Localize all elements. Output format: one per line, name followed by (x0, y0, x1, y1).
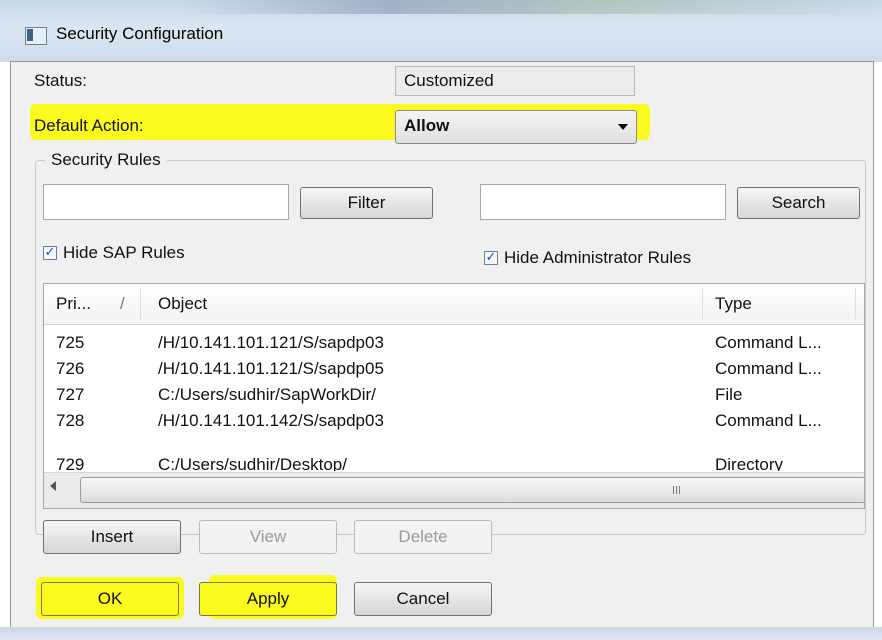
window-title: Security Configuration (56, 24, 224, 43)
cell-object: C:/Users/sudhir/SapWorkDir/ (158, 385, 376, 404)
chevron-down-icon (618, 124, 628, 130)
default-action-value: Allow (404, 116, 450, 135)
cell-priority: 725 (56, 333, 85, 352)
cell-object: C:/Users/sudhir/Desktop/ (158, 455, 347, 471)
hide-admin-rules-label: Hide Administrator Rules (504, 248, 692, 267)
security-rules-group-title: Security Rules (45, 150, 167, 170)
column-header-object[interactable]: Object (158, 284, 207, 324)
cell-priority: 727 (56, 385, 85, 404)
scroll-left-icon[interactable] (50, 481, 56, 491)
cell-priority: 729 (56, 455, 85, 471)
window-icon (25, 27, 47, 45)
cell-type: Directory (715, 455, 784, 471)
hide-sap-rules-checkbox[interactable]: ✓ Hide SAP Rules (43, 243, 185, 263)
hide-admin-rules-checkbox[interactable]: ✓ Hide Administrator Rules (484, 248, 691, 268)
cell-priority: 728 (56, 411, 85, 430)
search-input[interactable] (480, 184, 726, 220)
delete-button[interactable]: Delete (354, 520, 492, 554)
horizontal-scrollbar[interactable] (44, 472, 864, 508)
hide-sap-rules-label: Hide SAP Rules (63, 243, 185, 262)
view-button[interactable]: View (199, 520, 337, 554)
sort-indicator-icon: / (120, 294, 125, 313)
table-header: Pri... / Object Type A (44, 284, 864, 325)
column-divider[interactable] (855, 288, 856, 320)
table-row[interactable]: 728 /H/10.141.101.142/S/sapdp03 Command … (44, 408, 864, 434)
cell-priority: 726 (56, 359, 85, 378)
table-body: 725 /H/10.141.101.121/S/sapdp03 Command … (44, 325, 864, 471)
cell-type: Command L... (715, 411, 822, 430)
table-row[interactable]: 726 /H/10.141.101.121/S/sapdp05 Command … (44, 356, 864, 382)
cell-object: /H/10.141.101.121/S/sapdp05 (158, 359, 384, 378)
column-divider[interactable] (140, 288, 141, 320)
cell-object: /H/10.141.101.121/S/sapdp03 (158, 333, 384, 352)
search-button[interactable]: Search (737, 187, 860, 219)
filter-button[interactable]: Filter (300, 187, 433, 219)
cell-type: Command L... (715, 359, 822, 378)
scrollbar-thumb[interactable] (80, 477, 864, 503)
grip-icon (673, 486, 681, 494)
background-blur (180, 0, 880, 14)
default-action-dropdown[interactable]: Allow (395, 110, 637, 144)
window-frame-bottom (0, 627, 882, 640)
apply-button[interactable]: Apply (199, 582, 337, 616)
column-header-priority[interactable]: Pri... (56, 284, 91, 324)
filter-input[interactable] (43, 184, 289, 220)
column-divider[interactable] (702, 288, 703, 320)
default-action-label: Default Action: (34, 116, 144, 135)
cancel-button[interactable]: Cancel (354, 582, 492, 616)
check-icon: ✓ (484, 250, 498, 265)
cell-object: /H/10.141.101.142/S/sapdp03 (158, 411, 384, 430)
column-header-type[interactable]: Type (715, 284, 752, 324)
rules-table[interactable]: Pri... / Object Type A 725 /H/10.141.101… (43, 283, 865, 509)
table-row[interactable]: 725 /H/10.141.101.121/S/sapdp03 Command … (44, 330, 864, 356)
cell-type: Command L... (715, 333, 822, 352)
cell-type: File (715, 385, 743, 404)
status-label: Status: (34, 71, 87, 90)
check-icon: ✓ (43, 245, 57, 260)
ok-button[interactable]: OK (41, 582, 179, 616)
table-row[interactable]: 727 C:/Users/sudhir/SapWorkDir/ File W (44, 382, 864, 408)
table-row[interactable]: 729 C:/Users/sudhir/Desktop/ Directory V (44, 452, 864, 471)
status-value-field: Customized (395, 66, 635, 96)
insert-button[interactable]: Insert (43, 520, 181, 554)
